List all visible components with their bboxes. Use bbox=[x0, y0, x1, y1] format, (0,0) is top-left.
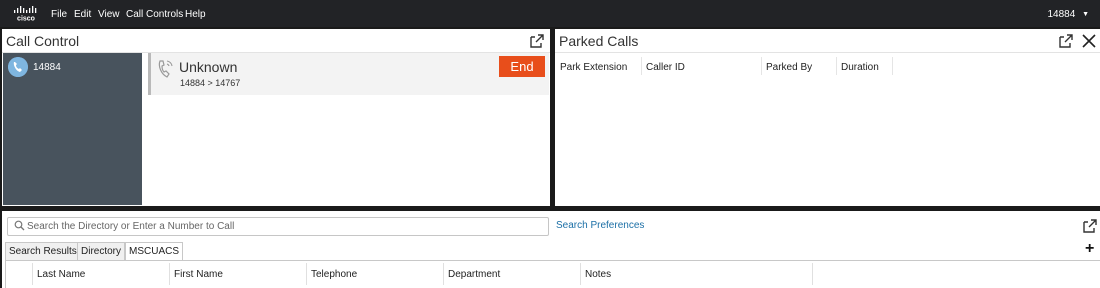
menu-view[interactable]: View bbox=[98, 9, 120, 20]
call-route: 14884 > 14767 bbox=[180, 78, 241, 88]
tab-mscuacs[interactable]: MSCUACS bbox=[125, 242, 184, 261]
extension-number: 14884 bbox=[1047, 9, 1076, 20]
column-divider bbox=[580, 263, 581, 285]
column-last-name[interactable]: Last Name bbox=[37, 269, 85, 280]
caller-name: Unknown bbox=[179, 59, 238, 75]
phone-handset-icon bbox=[158, 60, 173, 78]
column-duration[interactable]: Duration bbox=[841, 62, 879, 73]
directory-grid: Last Name First Name Telephone Departmen… bbox=[5, 261, 1100, 288]
column-divider bbox=[641, 57, 642, 75]
column-telephone[interactable]: Telephone bbox=[311, 269, 357, 280]
directory-panel: Search Preferences Search Results Direct… bbox=[2, 211, 1100, 288]
directory-search-input[interactable] bbox=[7, 217, 549, 236]
line-list: 14884 bbox=[3, 53, 142, 205]
header-divider bbox=[555, 52, 1100, 53]
extension-selector[interactable]: 14884 ▼ bbox=[1047, 9, 1089, 20]
cisco-logo-text: cisco bbox=[17, 16, 35, 23]
menu-call-controls[interactable]: Call Controls bbox=[126, 9, 183, 20]
pop-out-icon[interactable] bbox=[529, 33, 545, 49]
menu-bar: cisco File Edit View Call Controls Help … bbox=[0, 0, 1100, 27]
pop-out-icon[interactable] bbox=[1058, 33, 1074, 49]
column-department[interactable]: Department bbox=[448, 269, 500, 280]
column-divider bbox=[836, 57, 837, 75]
tab-search-results[interactable]: Search Results bbox=[5, 242, 81, 260]
chevron-down-icon: ▼ bbox=[1082, 11, 1089, 18]
end-call-button[interactable]: End bbox=[499, 56, 545, 77]
column-park-extension[interactable]: Park Extension bbox=[560, 62, 627, 73]
pop-out-icon[interactable] bbox=[1082, 218, 1098, 234]
add-icon[interactable]: + bbox=[1085, 240, 1094, 258]
call-status-bar bbox=[148, 53, 151, 95]
tab-directory[interactable]: Directory bbox=[77, 242, 126, 260]
line-number: 14884 bbox=[33, 62, 61, 73]
column-divider bbox=[32, 263, 33, 285]
menu-edit[interactable]: Edit bbox=[74, 9, 91, 20]
call-control-title: Call Control bbox=[6, 33, 80, 49]
close-icon[interactable] bbox=[1081, 33, 1097, 49]
column-divider bbox=[892, 57, 893, 75]
search-preferences-link[interactable]: Search Preferences bbox=[556, 220, 644, 231]
parked-calls-panel: Parked Calls Park Extension Caller ID Pa… bbox=[555, 29, 1100, 206]
phone-line-icon bbox=[8, 57, 28, 77]
menu-file[interactable]: File bbox=[51, 9, 67, 20]
column-caller-id[interactable]: Caller ID bbox=[646, 62, 685, 73]
active-call-card[interactable]: Unknown 14884 > 14767 End bbox=[148, 53, 549, 95]
column-first-name[interactable]: First Name bbox=[174, 269, 223, 280]
menu-help[interactable]: Help bbox=[185, 9, 206, 20]
column-divider bbox=[761, 57, 762, 75]
column-divider bbox=[812, 263, 813, 285]
cisco-logo: cisco bbox=[14, 6, 37, 23]
column-parked-by[interactable]: Parked By bbox=[766, 62, 812, 73]
call-control-panel: Call Control 14884 Unknown 14884 > 14767… bbox=[2, 29, 550, 206]
column-divider bbox=[169, 263, 170, 285]
search-icon bbox=[14, 220, 25, 231]
column-divider bbox=[443, 263, 444, 285]
column-divider bbox=[306, 263, 307, 285]
column-notes[interactable]: Notes bbox=[585, 269, 611, 280]
parked-calls-title: Parked Calls bbox=[559, 33, 639, 49]
